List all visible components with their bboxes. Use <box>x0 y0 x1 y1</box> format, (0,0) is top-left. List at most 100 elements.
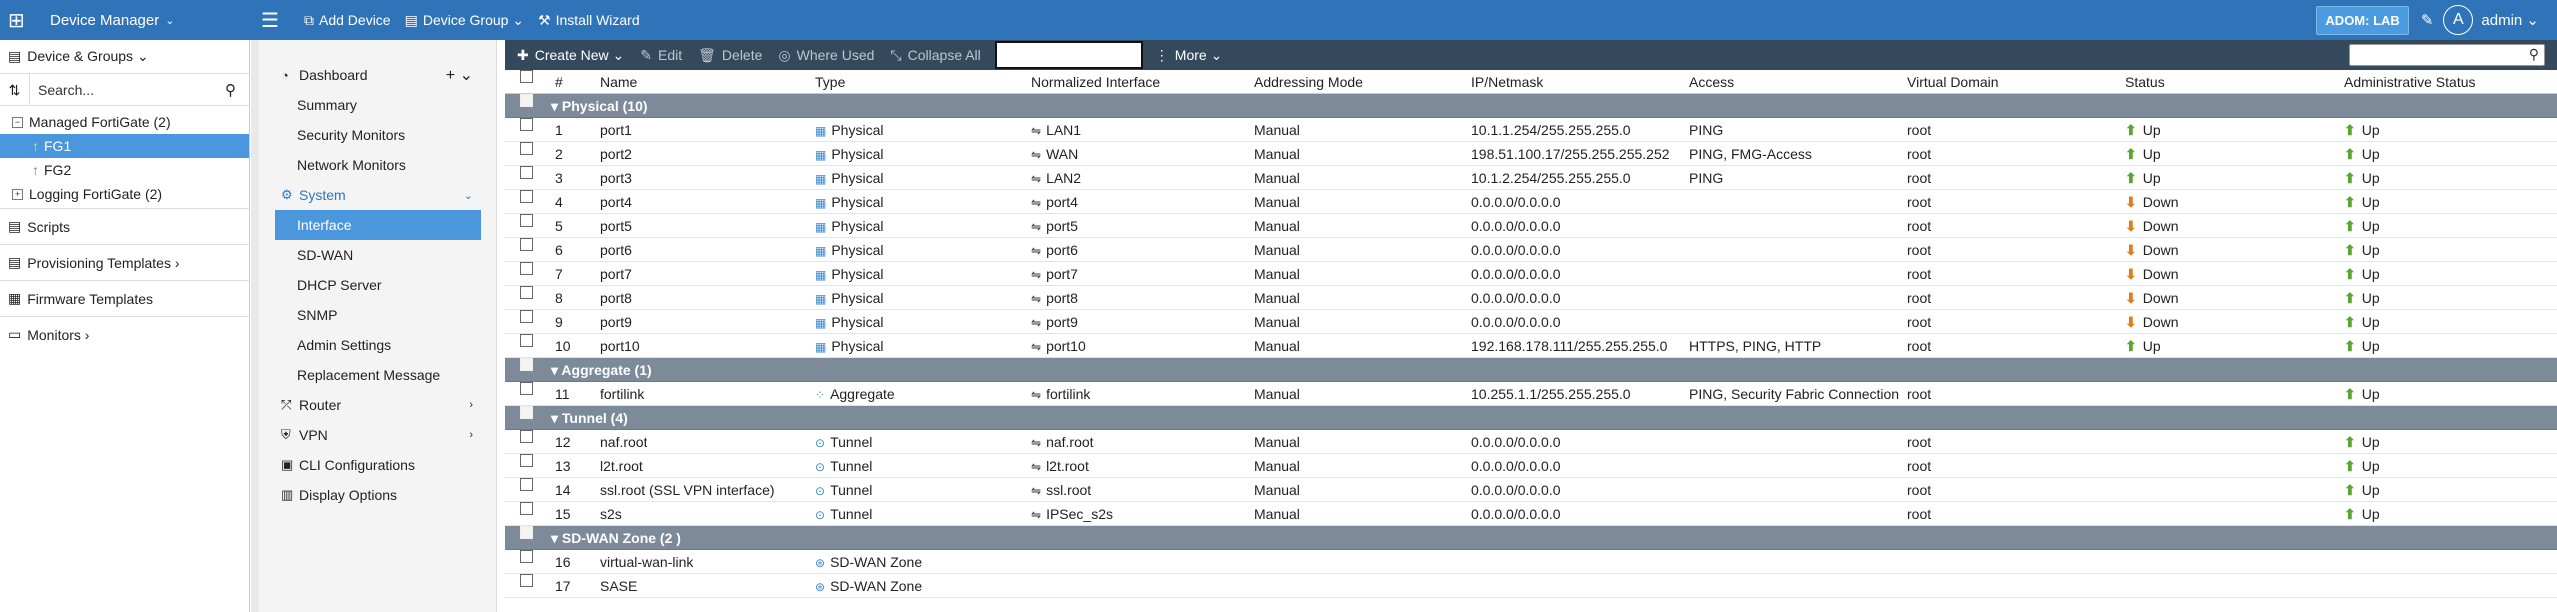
column-header[interactable]: Administrative Status <box>2344 70 2476 94</box>
tree-fg2[interactable]: ↑ FG2 <box>0 158 249 182</box>
column-header[interactable]: # <box>555 70 563 94</box>
table-row[interactable]: 13 l2t.root ⊙ Tunnel ⇋ l2t.root Manual 0.0.0.0/… <box>505 454 2557 478</box>
expand-toggle-icon[interactable]: + <box>12 188 23 200</box>
group-checkbox[interactable] <box>520 406 533 419</box>
tree-search-input[interactable]: Search... <box>30 82 225 98</box>
user-menu[interactable]: admin ⌄ <box>2481 11 2539 29</box>
group-checkbox[interactable] <box>520 94 533 107</box>
nav-interface[interactable]: Interface <box>275 210 481 240</box>
group-title[interactable]: ▾ Aggregate (1) <box>551 358 652 382</box>
row-checkbox[interactable] <box>520 286 533 299</box>
column-header[interactable]: Normalized Interface <box>1031 70 1160 94</box>
table-row[interactable]: 9 port9 ▦ Physical ⇋ port9 Manual 0.0.0.0/0.0.0… <box>505 310 2557 334</box>
table-row[interactable]: 17 SASE ⊛ SD-WAN Zone <box>505 574 2557 598</box>
tree-managed[interactable]: − Managed FortiGate (2) <box>0 110 249 134</box>
topbar-action-2[interactable]: ⚒ Install Wizard <box>538 12 640 29</box>
search-icon[interactable]: ⚲ <box>225 81 249 99</box>
expand-toggle-icon[interactable]: − <box>12 116 23 128</box>
select-all-checkbox[interactable] <box>520 70 533 83</box>
row-checkbox[interactable] <box>520 238 533 251</box>
table-row[interactable]: 15 s2s ⊙ Tunnel ⇋ IPSec_s2s Manual 0.0.0.0/0.0.… <box>505 502 2557 526</box>
tree-fg1[interactable]: ↑ FG1 <box>0 134 249 158</box>
table-row[interactable]: 7 port7 ▦ Physical ⇋ port7 Manual 0.0.0.0/0.0.0… <box>505 262 2557 286</box>
row-checkbox[interactable] <box>520 382 533 395</box>
nav-snmp[interactable]: SNMP <box>275 300 481 330</box>
row-checkbox[interactable] <box>520 310 533 323</box>
group-row[interactable]: ▾ Aggregate (1) <box>505 358 2557 382</box>
nav-security-monitors[interactable]: Security Monitors <box>275 120 481 150</box>
nav-dhcp-server[interactable]: DHCP Server <box>275 270 481 300</box>
add-widget-icon[interactable]: + ⌄ <box>446 65 473 85</box>
table-row[interactable]: 1 port1 ▦ Physical ⇋ LAN1 Manual 10.1.1.254/255… <box>505 118 2557 142</box>
row-checkbox[interactable] <box>520 142 533 155</box>
table-row[interactable]: 6 port6 ▦ Physical ⇋ port6 Manual 0.0.0.0/0.0.0… <box>505 238 2557 262</box>
row-checkbox[interactable] <box>520 502 533 515</box>
nav-summary[interactable]: Summary <box>275 90 481 120</box>
row-checkbox[interactable] <box>520 430 533 443</box>
row-checkbox[interactable] <box>520 118 533 131</box>
app-switcher[interactable]: ⊞ Device Manager ⌄ <box>0 0 250 40</box>
column-header[interactable]: IP/Netmask <box>1471 70 1543 94</box>
adom-badge[interactable]: ADOM: LAB <box>2316 5 2409 35</box>
group-title[interactable]: ▾ Tunnel (4) <box>551 406 628 430</box>
table-row[interactable]: 3 port3 ▦ Physical ⇋ LAN2 Manual 10.1.2.254/255… <box>505 166 2557 190</box>
row-checkbox[interactable] <box>520 478 533 491</box>
table-row[interactable]: 8 port8 ▦ Physical ⇋ port8 Manual 0.0.0.0/0.0.0… <box>505 286 2557 310</box>
row-checkbox[interactable] <box>520 454 533 467</box>
menu-provisioning[interactable]: ▤ Provisioning Templates › <box>0 244 249 280</box>
menu-monitors[interactable]: ▭ Monitors › <box>0 316 249 352</box>
more-button[interactable]: ⋮ More ⌄ <box>1147 40 1231 70</box>
nav-display-options[interactable]: ▥ Display Options <box>275 480 481 510</box>
column-header[interactable]: Status <box>2125 70 2165 94</box>
column-header[interactable]: Access <box>1689 70 1734 94</box>
column-header[interactable]: Addressing Mode <box>1254 70 1363 94</box>
tools-icon[interactable]: ✎ <box>2421 11 2434 29</box>
row-checkbox[interactable] <box>520 214 533 227</box>
row-checkbox[interactable] <box>520 334 533 347</box>
row-checkbox[interactable] <box>520 190 533 203</box>
nav-replacement-message[interactable]: Replacement Message <box>275 360 481 390</box>
group-row[interactable]: ▾ SD-WAN Zone (2 ) <box>505 526 2557 550</box>
column-header[interactable]: Name <box>600 70 637 94</box>
group-title[interactable]: ▾ SD-WAN Zone (2 ) <box>551 526 681 550</box>
nav-router[interactable]: ⤱ Router › <box>275 390 481 420</box>
device-groups-dropdown[interactable]: ▤ Device & Groups ⌄ <box>0 40 249 74</box>
sort-icon[interactable]: ⇅ <box>0 73 30 106</box>
group-title[interactable]: ▾ Physical (10) <box>551 94 648 118</box>
row-checkbox[interactable] <box>520 550 533 563</box>
row-checkbox[interactable] <box>520 166 533 179</box>
table-row[interactable]: 5 port5 ▦ Physical ⇋ port5 Manual 0.0.0.0/0.0.0… <box>505 214 2557 238</box>
table-row[interactable]: 16 virtual-wan-link ⊛ SD-WAN Zone <box>505 550 2557 574</box>
group-row[interactable]: ▾ Tunnel (4) <box>505 406 2557 430</box>
nav-vpn[interactable]: ⛨ VPN › <box>275 420 481 450</box>
menu-firmware[interactable]: ▦ Firmware Templates <box>0 280 249 316</box>
nav-system[interactable]: ⚙ System ⌄ <box>275 180 481 210</box>
menu-toggle-icon[interactable]: ☰ <box>250 8 290 33</box>
search-icon[interactable]: ⚲ <box>2529 46 2539 63</box>
table-row[interactable]: 12 naf.root ⊙ Tunnel ⇋ naf.root Manual 0.0.0.0/… <box>505 430 2557 454</box>
nav-network-monitors[interactable]: Network Monitors <box>275 150 481 180</box>
nav-cli-configurations[interactable]: ▣ CLI Configurations <box>275 450 481 480</box>
column-header[interactable]: Type <box>815 70 845 94</box>
tree-logging[interactable]: + Logging FortiGate (2) <box>0 182 249 206</box>
topbar-action-0[interactable]: ⧉ Add Device <box>304 12 391 29</box>
nav-sd-wan[interactable]: SD-WAN <box>275 240 481 270</box>
avatar[interactable]: A <box>2443 5 2474 35</box>
delete-button[interactable]: 🗑 Delete <box>690 40 770 70</box>
panel-divider[interactable] <box>251 40 259 612</box>
create-new-button[interactable]: ✚ Create New ⌄ <box>505 40 632 70</box>
collapse-all-button[interactable]: ⤡ Collapse All <box>882 40 988 70</box>
table-row[interactable]: 10 port10 ▦ Physical ⇋ port10 Manual 192.168.17… <box>505 334 2557 358</box>
row-checkbox[interactable] <box>520 262 533 275</box>
column-header[interactable]: Virtual Domain <box>1907 70 1999 94</box>
edit-button[interactable]: ✎ Edit <box>632 40 690 70</box>
group-checkbox[interactable] <box>520 358 533 371</box>
group-row[interactable]: ▾ Physical (10) <box>505 94 2557 118</box>
row-checkbox[interactable] <box>520 574 533 587</box>
group-checkbox[interactable] <box>520 526 533 539</box>
nav-dashboard[interactable]: ◔ Dashboard + ⌄ <box>275 60 481 90</box>
menu-scripts[interactable]: ▤ Scripts <box>0 208 249 244</box>
nav-admin-settings[interactable]: Admin Settings <box>275 330 481 360</box>
table-search-input[interactable]: ⚲ <box>2349 44 2545 66</box>
toolbar-input[interactable] <box>994 41 1143 69</box>
